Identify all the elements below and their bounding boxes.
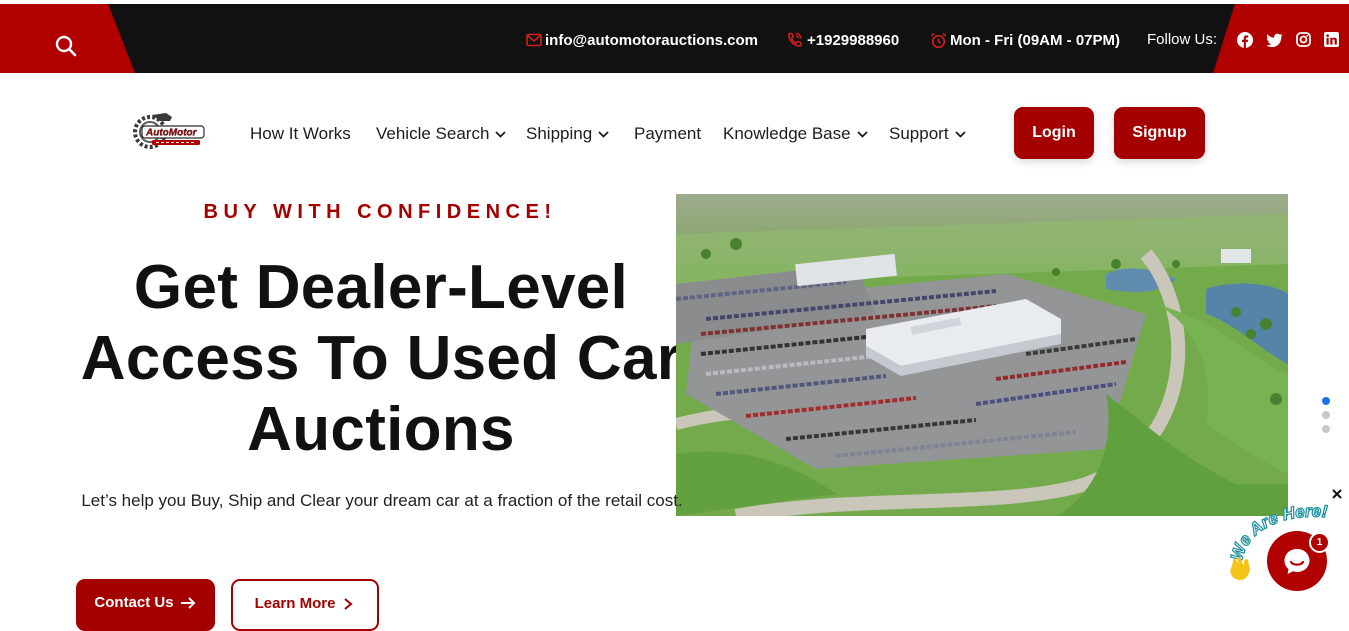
slider-dot-1[interactable] bbox=[1322, 397, 1330, 405]
hero-image-car-dealership-aerial bbox=[676, 194, 1288, 516]
nav-vehicle-search-label: Vehicle Search bbox=[376, 124, 490, 143]
chevron-right-icon bbox=[344, 598, 353, 610]
email-text: info@automotorauctions.com bbox=[545, 31, 758, 49]
hero-subtext: Let’s help you Buy, Ship and Clear your … bbox=[81, 491, 683, 510]
nav-how-it-works[interactable]: How It Works bbox=[250, 123, 351, 145]
chevron-down-icon bbox=[598, 130, 609, 138]
email-icon bbox=[526, 33, 542, 47]
hero-headline: Get Dealer-Level Access To Used Car Auct… bbox=[60, 252, 702, 465]
chat-unread-badge: 1 bbox=[1309, 532, 1330, 553]
arrow-right-icon bbox=[180, 597, 196, 609]
nav-knowledge-base[interactable]: Knowledge Base bbox=[723, 123, 868, 145]
twitter-icon[interactable] bbox=[1266, 32, 1283, 48]
signup-button[interactable]: Signup bbox=[1114, 107, 1205, 159]
nav-knowledge-base-label: Knowledge Base bbox=[723, 124, 851, 143]
contact-email[interactable]: info@automotorauctions.com bbox=[526, 29, 758, 51]
waving-hand-icon bbox=[1230, 556, 1250, 580]
hero-headline-line-2: Access To Used Car bbox=[80, 324, 682, 393]
hero-kicker: BUY WITH CONFIDENCE! bbox=[203, 201, 557, 223]
learn-more-label: Learn More bbox=[254, 595, 336, 612]
nav-shipping-label: Shipping bbox=[526, 124, 593, 143]
slider-dot-2[interactable] bbox=[1322, 411, 1330, 419]
nav-shipping[interactable]: Shipping bbox=[526, 123, 609, 145]
linkedin-icon[interactable] bbox=[1324, 32, 1340, 48]
search-icon[interactable] bbox=[54, 34, 78, 58]
nav-vehicle-search[interactable]: Vehicle Search bbox=[376, 123, 507, 145]
main-navigation: AutoMotor How It Works Vehicle Search Sh… bbox=[0, 73, 1349, 193]
chat-icon bbox=[1284, 549, 1310, 574]
business-hours: Mon - Fri (09AM - 07PM) bbox=[930, 29, 1120, 51]
chevron-down-icon bbox=[495, 130, 507, 138]
learn-more-button[interactable]: Learn More bbox=[231, 579, 379, 631]
login-button[interactable]: Login bbox=[1014, 107, 1094, 159]
instagram-icon[interactable] bbox=[1296, 32, 1312, 48]
slider-pagination bbox=[1322, 397, 1331, 439]
contact-phone[interactable]: +1929988960 bbox=[786, 29, 899, 51]
chevron-down-icon bbox=[954, 130, 966, 138]
alarm-clock-icon bbox=[930, 32, 947, 48]
contact-us-label: Contact Us bbox=[94, 594, 174, 611]
automotor-logo[interactable]: AutoMotor bbox=[130, 109, 206, 153]
nav-support[interactable]: Support bbox=[889, 123, 966, 145]
nav-payment-label: Payment bbox=[634, 124, 702, 143]
nav-support-label: Support bbox=[889, 124, 949, 143]
nav-how-it-works-label: How It Works bbox=[250, 124, 351, 143]
slider-dot-3[interactable] bbox=[1322, 425, 1330, 433]
facebook-icon[interactable] bbox=[1237, 32, 1253, 48]
nav-payment[interactable]: Payment bbox=[634, 123, 701, 145]
hero-headline-line-1: Get Dealer-Level bbox=[133, 253, 629, 322]
top-bar: info@automotorauctions.com +1929988960 M… bbox=[0, 4, 1349, 73]
hours-text: Mon - Fri (09AM - 07PM) bbox=[950, 31, 1121, 49]
svg-text:AutoMotor: AutoMotor bbox=[145, 128, 198, 139]
hero-headline-line-3: Auctions bbox=[247, 395, 515, 464]
chat-close-icon[interactable] bbox=[1330, 487, 1344, 501]
phone-icon bbox=[788, 32, 802, 47]
phone-text: +1929988960 bbox=[807, 31, 900, 49]
follow-us-label: Follow Us: bbox=[1147, 31, 1218, 48]
chevron-down-icon bbox=[856, 130, 868, 138]
contact-us-button[interactable]: Contact Us bbox=[76, 579, 215, 631]
